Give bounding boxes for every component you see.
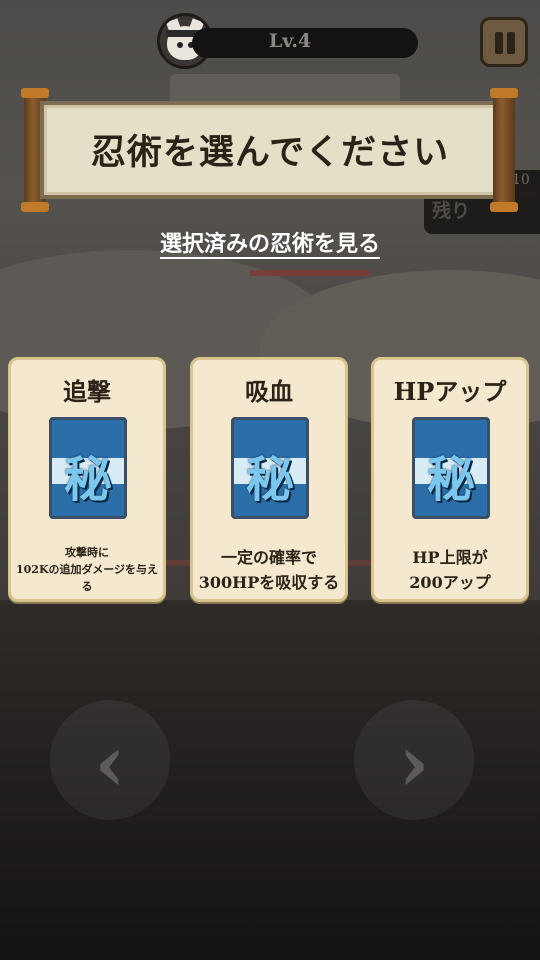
level-label: Lv.4 <box>268 30 312 52</box>
pause-icon <box>507 32 515 54</box>
secret-kanji: 秘 <box>426 452 475 508</box>
banner-title: 忍術を選んでください <box>90 132 450 173</box>
card-desc-line: 200アップ <box>409 573 491 592</box>
pause-icon <box>495 32 503 54</box>
background-bridge <box>250 270 370 276</box>
secret-scroll-icon: 秘 <box>231 417 309 519</box>
card-description: HP上限が 200アップ <box>378 545 522 595</box>
chevron-left-icon: ‹ <box>94 718 126 809</box>
card-desc-line: 300HPを吸収する <box>198 573 340 592</box>
next-arrow-button[interactable]: › <box>354 700 474 820</box>
card-name: HPアップ <box>393 377 507 406</box>
remaining-label: 残り <box>432 200 471 222</box>
card-name: 吸血 <box>245 377 293 406</box>
card-desc-line: る <box>81 580 93 593</box>
card-desc-line: 攻撃時に <box>65 546 109 559</box>
secret-scroll-icon: 秘 <box>412 417 490 519</box>
chevron-right-icon: › <box>398 718 430 809</box>
card-desc-line: 102Kの追加ダメージを与え <box>16 563 158 576</box>
card-desc-line: HP上限が <box>412 548 488 567</box>
card-desc-line: 一定の確率で <box>220 548 317 567</box>
jutsu-card-pursuit[interactable]: 追撃 秘 攻撃時に 102Kの追加ダメージを与え る <box>8 357 166 602</box>
secret-scroll-icon: 秘 <box>49 417 127 519</box>
avatar-eye <box>177 42 183 48</box>
jutsu-card-hp-up[interactable]: HPアップ 秘 HP上限が 200アップ <box>371 357 529 602</box>
secret-kanji: 秘 <box>245 452 294 508</box>
view-selected-jutsu-label: 選択済みの忍術を見る <box>159 231 380 259</box>
card-description: 一定の確率で 300HPを吸収する <box>197 545 341 595</box>
prev-arrow-button[interactable]: ‹ <box>50 700 170 820</box>
view-selected-jutsu-link[interactable]: 選択済みの忍術を見る <box>0 226 540 259</box>
jutsu-card-lifesteal[interactable]: 吸血 秘 一定の確率で 300HPを吸収する <box>190 357 348 602</box>
secret-kanji: 秘 <box>63 452 112 508</box>
card-description: 攻撃時に 102Kの追加ダメージを与え る <box>15 544 159 595</box>
pause-button[interactable] <box>480 17 528 67</box>
card-name: 追撃 <box>63 377 111 406</box>
